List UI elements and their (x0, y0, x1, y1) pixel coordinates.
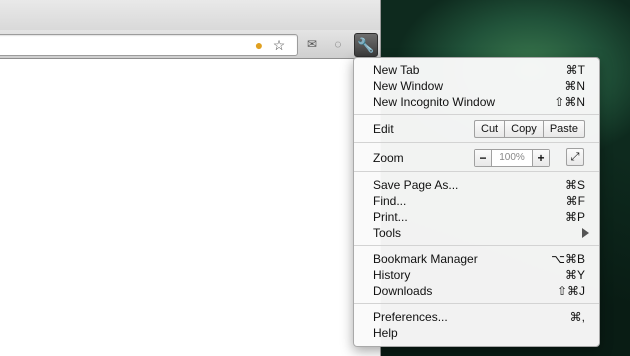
menu-item-save-page[interactable]: Save Page As... ⌘S (354, 177, 599, 193)
menu-item-preferences[interactable]: Preferences... ⌘, (354, 309, 599, 325)
paste-button[interactable]: Paste (544, 121, 584, 137)
menu-item-label: New Window (373, 79, 444, 93)
fullscreen-icon[interactable]: ⤢ (566, 148, 584, 166)
menu-item-shortcut: ⌘N (564, 79, 585, 93)
menu-item-shortcut: ⌘, (569, 310, 585, 324)
menu-item-label: Tools (373, 226, 402, 240)
browser-toolbar: ● ☆ ✉ ◌ 🔧 (0, 30, 380, 59)
menu-item-new-incognito-window[interactable]: New Incognito Window ⇧⌘N (354, 94, 599, 110)
menu-item-shortcut: ⌘P (564, 210, 585, 224)
chat-icon[interactable]: ◌ (328, 35, 348, 53)
cut-button[interactable]: Cut (475, 121, 506, 137)
menu-item-shortcut: ⇧⌘J (556, 284, 585, 298)
menu-separator (354, 142, 599, 143)
menu-item-label: Help (373, 326, 398, 340)
menu-item-label: Find... (373, 194, 407, 208)
mail-icon[interactable]: ✉ (302, 35, 322, 53)
menu-item-label: Edit (373, 122, 394, 136)
zoom-in-button[interactable]: + (533, 150, 549, 166)
menu-item-shortcut: ⌘Y (564, 268, 585, 282)
menu-separator (354, 245, 599, 246)
menu-item-bookmark-manager[interactable]: Bookmark Manager ⌥⌘B (354, 251, 599, 267)
menu-item-print[interactable]: Print... ⌘P (354, 209, 599, 225)
wrench-menu: New Tab ⌘T New Window ⌘N New Incognito W… (353, 57, 600, 347)
star-icon[interactable]: ☆ (271, 37, 287, 53)
menu-item-shortcut: ⌘T (565, 63, 585, 77)
menu-item-shortcut: ⇧⌘N (554, 95, 585, 109)
menu-item-label: New Incognito Window (373, 95, 496, 109)
menu-item-label: Zoom (373, 151, 404, 165)
menu-item-shortcut: ⌥⌘B (551, 252, 585, 266)
edit-button-group: Cut Copy Paste (474, 120, 585, 138)
menu-item-label: Preferences... (373, 310, 448, 324)
copy-button[interactable]: Copy (505, 121, 544, 137)
menu-item-find[interactable]: Find... ⌘F (354, 193, 599, 209)
menu-item-new-window[interactable]: New Window ⌘N (354, 78, 599, 94)
browser-window: ● ☆ ✉ ◌ 🔧 (0, 0, 381, 356)
menu-item-label: History (373, 268, 411, 282)
menu-item-label: Downloads (373, 284, 433, 298)
menu-separator (354, 171, 599, 172)
zoom-out-button[interactable]: − (475, 150, 491, 166)
menu-item-label: New Tab (373, 63, 420, 77)
tab-strip (0, 0, 380, 30)
menu-item-label: Save Page As... (373, 178, 459, 192)
menu-separator (354, 303, 599, 304)
wrench-icon[interactable]: 🔧 (354, 33, 378, 57)
submenu-arrow-icon (582, 228, 589, 238)
menu-item-shortcut: ⌘F (565, 194, 585, 208)
address-bar[interactable]: ● ☆ (0, 34, 298, 56)
menu-item-tools[interactable]: Tools (354, 225, 599, 241)
menu-item-new-tab[interactable]: New Tab ⌘T (354, 62, 599, 78)
menu-separator (354, 114, 599, 115)
cookie-icon[interactable]: ● (251, 37, 267, 53)
menu-item-shortcut: ⌘S (564, 178, 585, 192)
menu-item-downloads[interactable]: Downloads ⇧⌘J (354, 283, 599, 299)
menu-item-label: Bookmark Manager (373, 252, 478, 266)
zoom-control: − 100% + (474, 149, 550, 167)
zoom-level: 100% (491, 150, 533, 166)
menu-item-history[interactable]: History ⌘Y (354, 267, 599, 283)
menu-item-label: Print... (373, 210, 408, 224)
menu-item-help[interactable]: Help (354, 325, 599, 341)
